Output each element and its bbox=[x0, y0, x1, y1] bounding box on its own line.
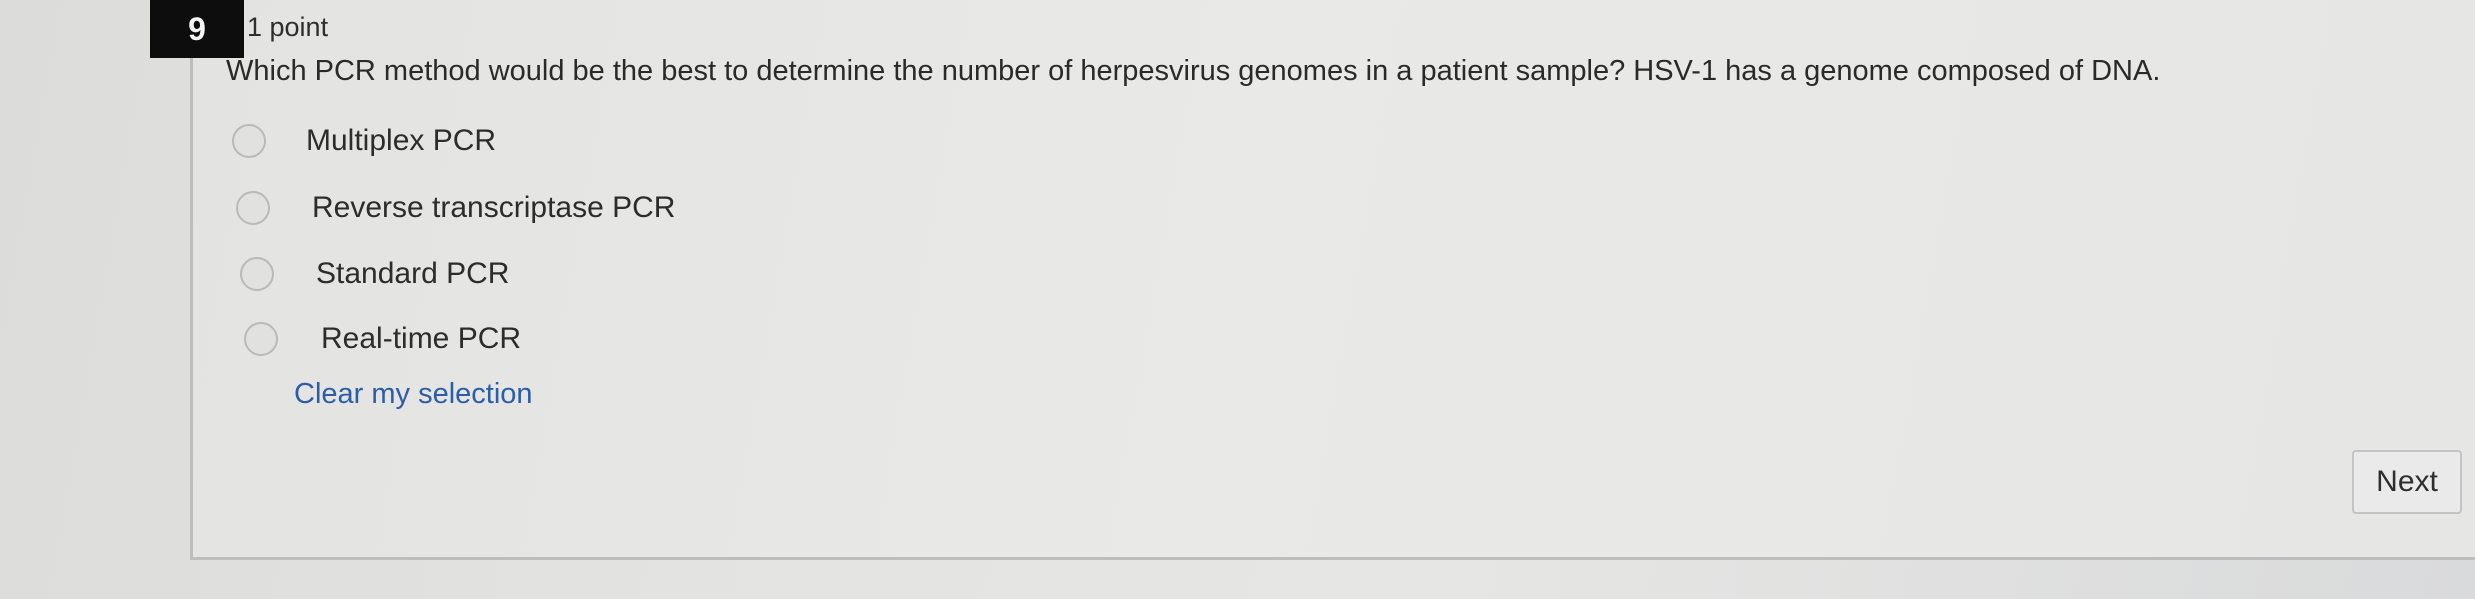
radio-button[interactable] bbox=[244, 322, 278, 356]
question-number: 9 bbox=[150, 0, 244, 58]
option-label: Standard PCR bbox=[316, 257, 510, 290]
question-text: Which PCR method would be the best to de… bbox=[226, 55, 2161, 87]
option-reverse-transcriptase-pcr[interactable]: Reverse transcriptase PCR bbox=[236, 191, 675, 225]
clear-selection-link[interactable]: Clear my selection bbox=[294, 378, 533, 411]
option-label: Real-time PCR bbox=[321, 322, 522, 355]
option-multiplex-pcr[interactable]: Multiplex PCR bbox=[232, 124, 496, 158]
question-points: 1 point bbox=[247, 12, 329, 42]
option-real-time-pcr[interactable]: Real-time PCR bbox=[244, 322, 521, 356]
radio-button[interactable] bbox=[240, 257, 274, 291]
option-standard-pcr[interactable]: Standard PCR bbox=[240, 257, 509, 291]
next-button[interactable]: Next bbox=[2352, 450, 2462, 514]
option-label: Multiplex PCR bbox=[306, 124, 497, 157]
radio-button[interactable] bbox=[236, 191, 270, 225]
radio-button[interactable] bbox=[232, 124, 266, 158]
option-label: Reverse transcriptase PCR bbox=[312, 191, 676, 224]
